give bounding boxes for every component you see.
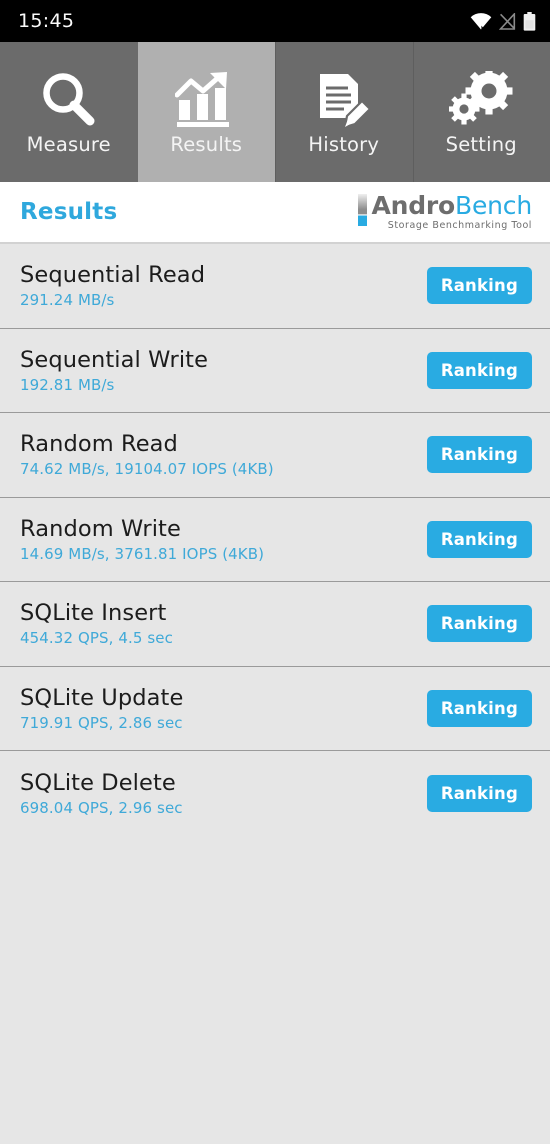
status-icon-group (470, 12, 536, 31)
bar-chart-arrow-icon (175, 69, 237, 131)
table-row[interactable]: Random Read 74.62 MB/s, 19104.07 IOPS (4… (0, 413, 550, 498)
results-list: Sequential Read 291.24 MB/s Ranking Sequ… (0, 244, 550, 1144)
result-value: 74.62 MB/s, 19104.07 IOPS (4KB) (20, 460, 427, 478)
ranking-button[interactable]: Ranking (427, 775, 532, 812)
tab-setting[interactable]: Setting (413, 42, 550, 182)
tab-results[interactable]: Results (138, 42, 276, 182)
tab-measure-label: Measure (27, 133, 111, 156)
table-row[interactable]: SQLite Insert 454.32 QPS, 4.5 sec Rankin… (0, 582, 550, 667)
logo-wordmark: AndroBench (371, 193, 532, 219)
magnifier-icon (37, 69, 101, 131)
logo-bar-icon (358, 194, 367, 226)
cellular-off-icon (499, 13, 516, 30)
androbench-logo: AndroBench Storage Benchmarking Tool (358, 193, 532, 231)
result-name: SQLite Delete (20, 770, 427, 796)
logo-bench: Bench (455, 191, 532, 220)
ranking-button[interactable]: Ranking (427, 352, 532, 389)
result-info: Random Read 74.62 MB/s, 19104.07 IOPS (4… (20, 431, 427, 478)
table-row[interactable]: Sequential Write 192.81 MB/s Ranking (0, 329, 550, 414)
result-info: Sequential Write 192.81 MB/s (20, 347, 427, 394)
ranking-button[interactable]: Ranking (427, 690, 532, 727)
result-value: 454.32 QPS, 4.5 sec (20, 629, 427, 647)
result-info: SQLite Delete 698.04 QPS, 2.96 sec (20, 770, 427, 817)
tab-results-label: Results (170, 133, 242, 156)
result-name: SQLite Insert (20, 600, 427, 626)
page-title: Results (20, 199, 117, 225)
table-row[interactable]: Random Write 14.69 MB/s, 3761.81 IOPS (4… (0, 498, 550, 583)
result-value: 698.04 QPS, 2.96 sec (20, 799, 427, 817)
result-info: Random Write 14.69 MB/s, 3761.81 IOPS (4… (20, 516, 427, 563)
status-clock: 15:45 (18, 10, 74, 32)
result-name: Sequential Write (20, 347, 427, 373)
ranking-button[interactable]: Ranking (427, 267, 532, 304)
document-pencil-icon (314, 69, 374, 131)
ranking-button[interactable]: Ranking (427, 605, 532, 642)
ranking-button[interactable]: Ranking (427, 436, 532, 473)
app-root: 15:45 (0, 0, 550, 1144)
tab-setting-label: Setting (446, 133, 517, 156)
tab-history-label: History (308, 133, 379, 156)
result-value: 719.91 QPS, 2.86 sec (20, 714, 427, 732)
result-info: SQLite Insert 454.32 QPS, 4.5 sec (20, 600, 427, 647)
result-name: SQLite Update (20, 685, 427, 711)
wifi-icon (470, 13, 492, 30)
table-row[interactable]: Sequential Read 291.24 MB/s Ranking (0, 244, 550, 329)
ranking-button[interactable]: Ranking (427, 521, 532, 558)
result-info: SQLite Update 719.91 QPS, 2.86 sec (20, 685, 427, 732)
result-value: 14.69 MB/s, 3761.81 IOPS (4KB) (20, 545, 427, 563)
result-name: Sequential Read (20, 262, 427, 288)
status-bar: 15:45 (0, 0, 550, 42)
result-value: 291.24 MB/s (20, 291, 427, 309)
result-info: Sequential Read 291.24 MB/s (20, 262, 427, 309)
table-row[interactable]: SQLite Update 719.91 QPS, 2.86 sec Ranki… (0, 667, 550, 752)
table-row[interactable]: SQLite Delete 698.04 QPS, 2.96 sec Ranki… (0, 751, 550, 836)
tab-measure[interactable]: Measure (0, 42, 138, 182)
logo-text: AndroBench Storage Benchmarking Tool (371, 193, 532, 231)
page-header: Results AndroBench Storage Benchmarking … (0, 182, 550, 244)
logo-tagline: Storage Benchmarking Tool (388, 220, 532, 231)
battery-icon (523, 12, 536, 31)
tab-bar: Measure Results (0, 42, 550, 182)
tab-history[interactable]: History (275, 42, 413, 182)
result-name: Random Write (20, 516, 427, 542)
result-name: Random Read (20, 431, 427, 457)
logo-andro: Andro (371, 191, 455, 220)
gears-icon (449, 69, 513, 131)
result-value: 192.81 MB/s (20, 376, 427, 394)
